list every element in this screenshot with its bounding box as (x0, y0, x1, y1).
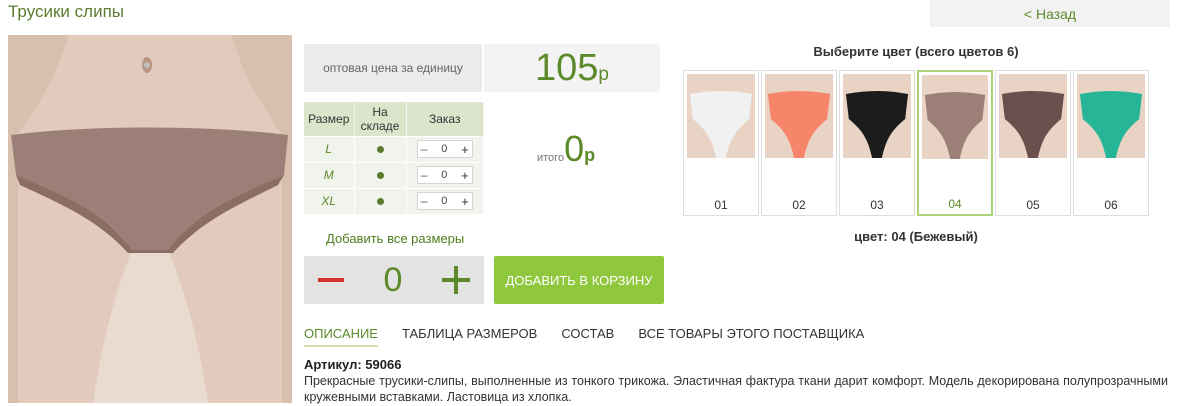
swatch-number: 02 (792, 198, 806, 212)
swatch-thumbnail (922, 75, 988, 159)
swatch-thumbnail (1077, 74, 1145, 158)
quantity-value[interactable]: 0 (441, 169, 447, 181)
tab-1[interactable]: ТАБЛИЦА РАЗМЕРОВ (402, 326, 537, 347)
header-size: Размер (304, 102, 355, 136)
size-table: Размер На складе Заказ L – 0 + M – 0 + X… (304, 102, 484, 214)
order-total: итого 0 р (537, 128, 595, 170)
in-stock-indicator (376, 146, 384, 153)
decrement-button[interactable]: – (421, 168, 428, 182)
size-name: M (304, 161, 355, 188)
table-row: XL – 0 + (304, 187, 484, 214)
product-description: Прекрасные трусики-слипы, выполненные из… (304, 374, 1168, 404)
swatch-number: 04 (948, 197, 962, 211)
selected-color-caption: цвет: 04 (Бежевый) (854, 229, 978, 244)
color-swatch[interactable]: 01 (683, 70, 759, 216)
swatch-thumbnail (999, 74, 1067, 158)
quantity-selector: 0 (304, 256, 484, 304)
tab-3[interactable]: ВСЕ ТОВАРЫ ЭТОГО ПОСТАВЩИКА (638, 326, 864, 347)
quantity-stepper: – 0 + (416, 166, 473, 184)
size-name: XL (304, 187, 355, 214)
color-swatch[interactable]: 02 (761, 70, 837, 216)
in-stock-indicator (376, 172, 384, 179)
add-to-cart-button[interactable]: ДОБАВИТЬ В КОРЗИНУ (494, 256, 664, 304)
product-tabs: ОПИСАНИЕ ТАБЛИЦА РАЗМЕРОВ СОСТАВ ВСЕ ТОВАРЫ… (304, 326, 864, 347)
total-value: 0 (564, 128, 585, 169)
header-order: Заказ (406, 102, 484, 136)
quantity-value[interactable]: 0 (384, 261, 403, 300)
swatch-number: 03 (870, 198, 884, 212)
swatch-number: 05 (1026, 198, 1040, 212)
swatch-thumbnail (843, 74, 911, 158)
in-stock-indicator (376, 198, 384, 206)
increment-button[interactable]: + (461, 142, 469, 157)
color-swatch[interactable]: 04 (917, 70, 993, 216)
price-currency: р (598, 64, 609, 85)
quantity-stepper: – 0 + (416, 140, 473, 158)
quantity-value[interactable]: 0 (441, 143, 447, 155)
color-picker-title: Выберите цвет (всего цветов 6) (813, 44, 1019, 59)
table-row: M – 0 + (304, 161, 484, 188)
swatch-number: 01 (714, 198, 728, 212)
increment-button[interactable]: + (461, 168, 469, 183)
color-swatch[interactable]: 06 (1073, 70, 1149, 216)
increment-button[interactable]: + (461, 194, 469, 209)
size-name: L (304, 135, 355, 162)
table-row: L – 0 + (304, 135, 484, 162)
decrement-button[interactable]: – (421, 142, 428, 156)
minus-icon[interactable] (318, 278, 344, 282)
total-label: итого (537, 152, 565, 164)
add-all-sizes-link[interactable]: Добавить все размеры (326, 231, 464, 246)
color-swatch[interactable]: 05 (995, 70, 1071, 216)
swatch-thumbnail (687, 74, 755, 158)
tab-0[interactable]: ОПИСАНИЕ (304, 326, 378, 347)
price-value: 105 (535, 46, 599, 89)
page-title: Трусики слипы (8, 2, 124, 21)
plus-icon[interactable] (441, 266, 470, 294)
product-image (8, 35, 292, 403)
back-link[interactable]: < Назад (930, 0, 1170, 27)
total-currency: р (584, 145, 596, 165)
color-swatches: 01 02 03 04 05 06 (683, 70, 1149, 216)
article-number: Артикул: 59066 (304, 357, 402, 372)
price-label: оптовая цена за единицу (304, 44, 482, 92)
product-photo (8, 35, 292, 403)
header-stock: На складе (354, 102, 407, 136)
swatch-number: 06 (1104, 198, 1118, 212)
quantity-value[interactable]: 0 (441, 195, 447, 207)
decrement-button[interactable]: – (421, 194, 428, 208)
color-swatch[interactable]: 03 (839, 70, 915, 216)
swatch-thumbnail (765, 74, 833, 158)
price-display: 105 р (484, 44, 660, 92)
tab-2[interactable]: СОСТАВ (561, 326, 614, 347)
quantity-stepper: – 0 + (416, 192, 473, 211)
